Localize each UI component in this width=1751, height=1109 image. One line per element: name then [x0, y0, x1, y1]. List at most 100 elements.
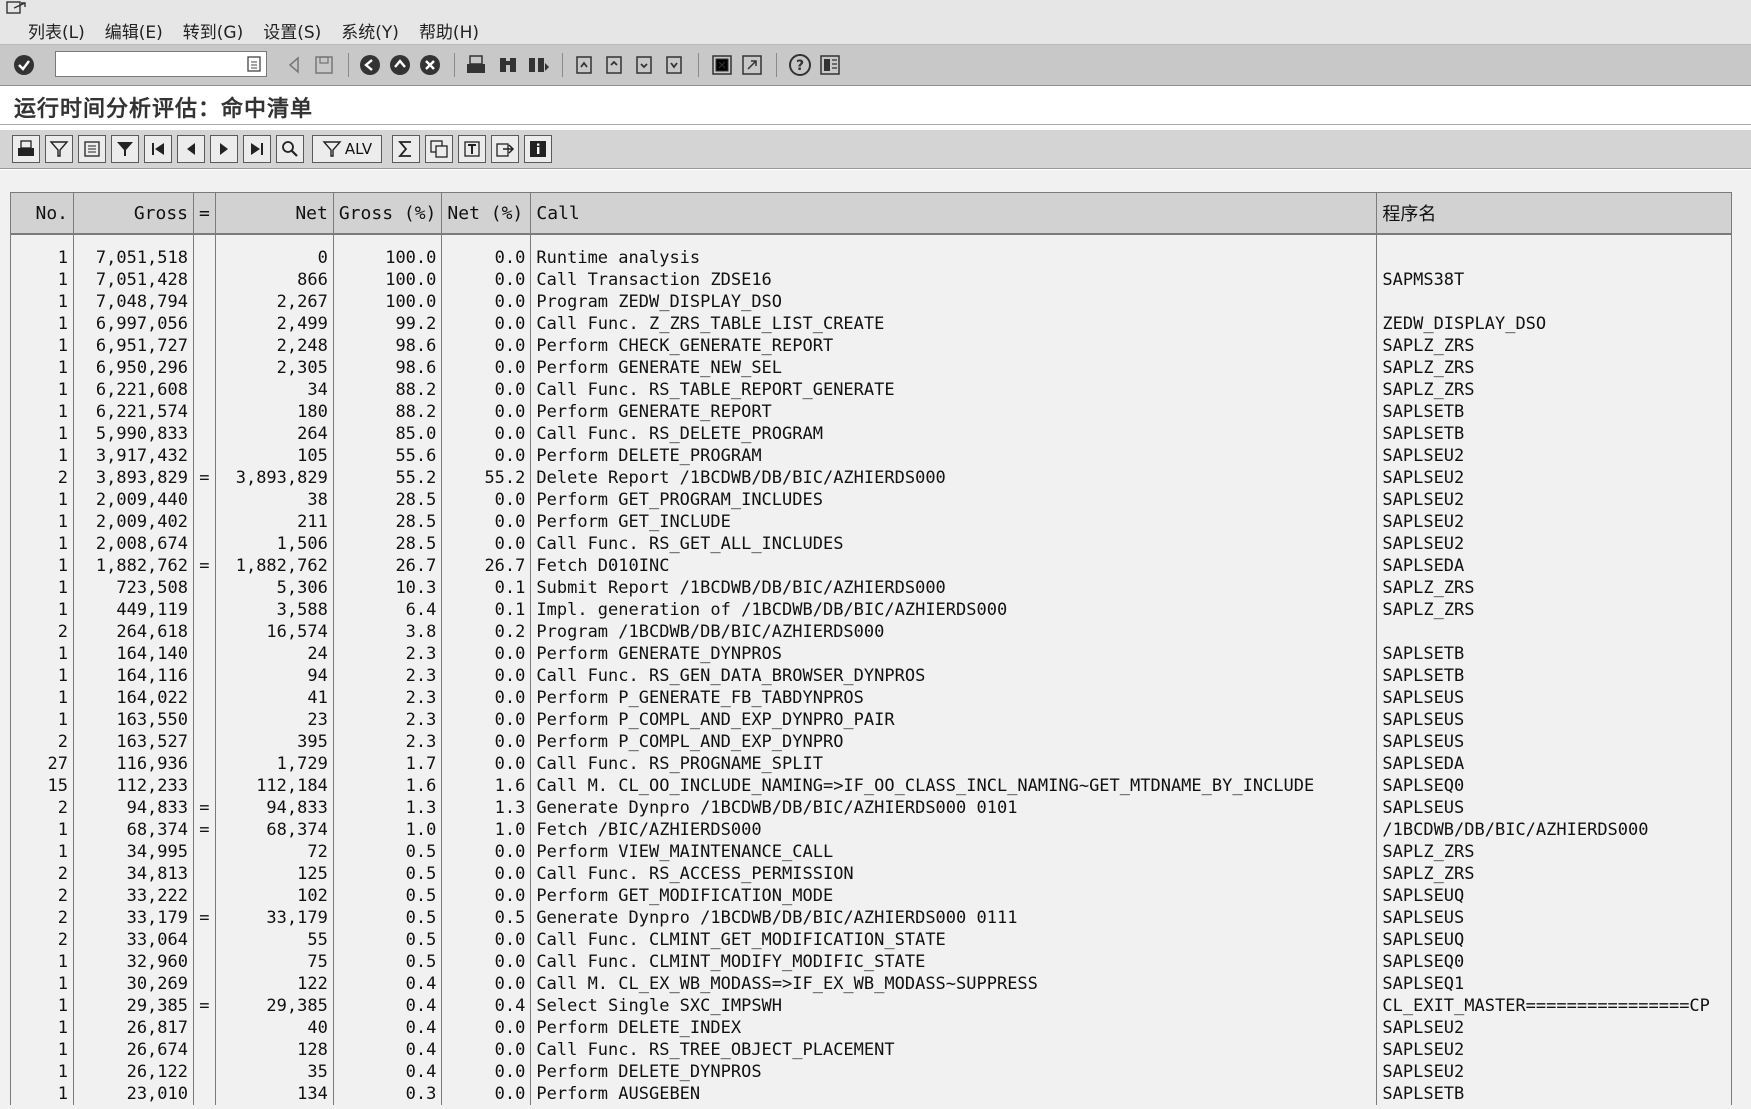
cell-no[interactable]: 1: [10, 533, 74, 555]
cell-equal[interactable]: [193, 445, 216, 467]
cell-equal[interactable]: =: [193, 555, 216, 577]
table-row[interactable]: 1 723,508 5,306 10.3 0.1 Submit Report /1BCDW…: [10, 577, 1733, 599]
cell-net[interactable]: 2,248: [215, 335, 334, 357]
menu-edit[interactable]: 编辑(E): [105, 18, 163, 43]
cell-gross[interactable]: 34,995: [73, 841, 194, 863]
cell-net[interactable]: 125: [215, 863, 334, 885]
cell-equal[interactable]: [193, 1061, 216, 1083]
alv-filter-button[interactable]: ALV: [312, 135, 382, 163]
cell-gross[interactable]: 33,064: [73, 929, 194, 951]
cell-equal[interactable]: [193, 929, 216, 951]
cell-program-name[interactable]: SAPLSEU2: [1376, 467, 1733, 489]
cell-program-name[interactable]: SAPLSEDA: [1376, 753, 1733, 775]
cell-net-pct[interactable]: 0.0: [441, 269, 532, 291]
last-page-icon[interactable]: [660, 51, 688, 79]
table-row[interactable]: 1 2,008,674 1,506 28.5 0.0 Call Func. RS_GET_…: [10, 533, 1733, 555]
table-row[interactable]: 1 26,817 40 0.4 0.0 Perform DELETE_INDEX SAPLS…: [10, 1017, 1733, 1039]
cell-no[interactable]: 2: [10, 731, 74, 753]
cell-program-name[interactable]: SAPLSEU2: [1376, 1061, 1733, 1083]
cell-gross-pct[interactable]: 0.5: [333, 841, 443, 863]
cell-net[interactable]: 94: [215, 665, 334, 687]
cell-net[interactable]: 0: [215, 247, 334, 269]
cell-gross[interactable]: 23,010: [73, 1083, 194, 1105]
cell-call[interactable]: Perform P_GENERATE_FB_TABDYNPROS: [530, 687, 1378, 709]
cell-net-pct[interactable]: 1.6: [441, 775, 532, 797]
table-row[interactable]: 1 1,882,762 = 1,882,762 26.7 26.7 Fetch D010IN…: [10, 555, 1733, 577]
cell-net-pct[interactable]: 0.0: [441, 357, 532, 379]
cell-call[interactable]: Call Func. CLMINT_GET_MODIFICATION_STATE: [530, 929, 1378, 951]
cell-gross[interactable]: 3,917,432: [73, 445, 194, 467]
cell-no[interactable]: 1: [10, 313, 74, 335]
cell-program-name[interactable]: SAPLZ_ZRS: [1376, 841, 1733, 863]
cell-gross-pct[interactable]: 100.0: [333, 291, 443, 313]
cell-net-pct[interactable]: 0.0: [441, 1039, 532, 1061]
cell-call[interactable]: Program ZEDW_DISPLAY_DSO: [530, 291, 1378, 313]
cell-program-name[interactable]: SAPLSETB: [1376, 643, 1733, 665]
cell-net[interactable]: 94,833: [215, 797, 334, 819]
cell-equal[interactable]: [193, 247, 216, 269]
cell-equal[interactable]: [193, 313, 216, 335]
cell-gross-pct[interactable]: 10.3: [333, 577, 443, 599]
cell-call[interactable]: Program /1BCDWB/DB/BIC/AZHIERDS000: [530, 621, 1378, 643]
col-header-program-name[interactable]: 程序名: [1376, 192, 1733, 235]
table-row[interactable]: 1 26,122 35 0.4 0.0 Perform DELETE_DYNPROS SAP…: [10, 1061, 1733, 1083]
cell-no[interactable]: 1: [10, 1061, 74, 1083]
cell-net-pct[interactable]: 0.0: [441, 423, 532, 445]
cell-net[interactable]: 2,305: [215, 357, 334, 379]
table-row[interactable]: 2 163,527 395 2.3 0.0 Perform P_COMPL_AND_EXP…: [10, 731, 1733, 753]
cell-gross[interactable]: 112,233: [73, 775, 194, 797]
table-row[interactable]: 1 7,048,794 2,267 100.0 0.0 Program ZEDW_DISP…: [10, 291, 1733, 313]
cell-no[interactable]: 1: [10, 687, 74, 709]
cell-gross-pct[interactable]: 0.3: [333, 1083, 443, 1105]
cell-net[interactable]: 112,184: [215, 775, 334, 797]
cell-net[interactable]: 211: [215, 511, 334, 533]
cell-gross-pct[interactable]: 0.4: [333, 1039, 443, 1061]
cell-no[interactable]: 2: [10, 797, 74, 819]
cell-no[interactable]: 1: [10, 489, 74, 511]
cell-gross[interactable]: 33,222: [73, 885, 194, 907]
enter-check-icon[interactable]: [10, 51, 38, 79]
cell-gross-pct[interactable]: 1.7: [333, 753, 443, 775]
cell-equal[interactable]: [193, 335, 216, 357]
cell-equal[interactable]: [193, 753, 216, 775]
cell-no[interactable]: 1: [10, 335, 74, 357]
cell-net-pct[interactable]: 0.0: [441, 643, 532, 665]
col-header-net-pct[interactable]: Net (%): [441, 192, 532, 235]
cell-no[interactable]: 1: [10, 269, 74, 291]
cell-net[interactable]: 68,374: [215, 819, 334, 841]
cell-net[interactable]: 40: [215, 1017, 334, 1039]
menu-help[interactable]: 帮助(H): [419, 18, 479, 43]
cell-equal[interactable]: [193, 687, 216, 709]
table-row[interactable]: 1 164,140 24 2.3 0.0 Perform GENERATE_DYNPROS…: [10, 643, 1733, 665]
cell-gross-pct[interactable]: 0.5: [333, 929, 443, 951]
cell-no[interactable]: 1: [10, 599, 74, 621]
layout-menu-icon[interactable]: [816, 51, 844, 79]
cell-net[interactable]: 5,306: [215, 577, 334, 599]
cell-net-pct[interactable]: 0.1: [441, 599, 532, 621]
cell-no[interactable]: 1: [10, 577, 74, 599]
cell-gross[interactable]: 26,122: [73, 1061, 194, 1083]
cell-gross-pct[interactable]: 26.7: [333, 555, 443, 577]
cell-equal[interactable]: =: [193, 797, 216, 819]
cell-equal[interactable]: [193, 973, 216, 995]
cell-call[interactable]: Call Func. RS_DELETE_PROGRAM: [530, 423, 1378, 445]
print-icon[interactable]: [462, 51, 490, 79]
cell-program-name[interactable]: SAPLZ_ZRS: [1376, 599, 1733, 621]
cell-net[interactable]: 24: [215, 643, 334, 665]
cell-gross[interactable]: 30,269: [73, 973, 194, 995]
cell-program-name[interactable]: SAPLSETB: [1376, 423, 1733, 445]
cell-program-name[interactable]: SAPLZ_ZRS: [1376, 357, 1733, 379]
cell-gross-pct[interactable]: 98.6: [333, 357, 443, 379]
cell-gross[interactable]: 116,936: [73, 753, 194, 775]
cell-net-pct[interactable]: 0.0: [441, 863, 532, 885]
cell-net[interactable]: 134: [215, 1083, 334, 1105]
cell-net[interactable]: 128: [215, 1039, 334, 1061]
cell-gross-pct[interactable]: 0.5: [333, 951, 443, 973]
cell-gross[interactable]: 2,009,402: [73, 511, 194, 533]
cell-gross-pct[interactable]: 55.6: [333, 445, 443, 467]
cell-equal[interactable]: [193, 951, 216, 973]
cell-gross-pct[interactable]: 0.5: [333, 885, 443, 907]
cell-equal[interactable]: [193, 775, 216, 797]
cell-equal[interactable]: [193, 511, 216, 533]
first-page-icon[interactable]: [570, 51, 598, 79]
